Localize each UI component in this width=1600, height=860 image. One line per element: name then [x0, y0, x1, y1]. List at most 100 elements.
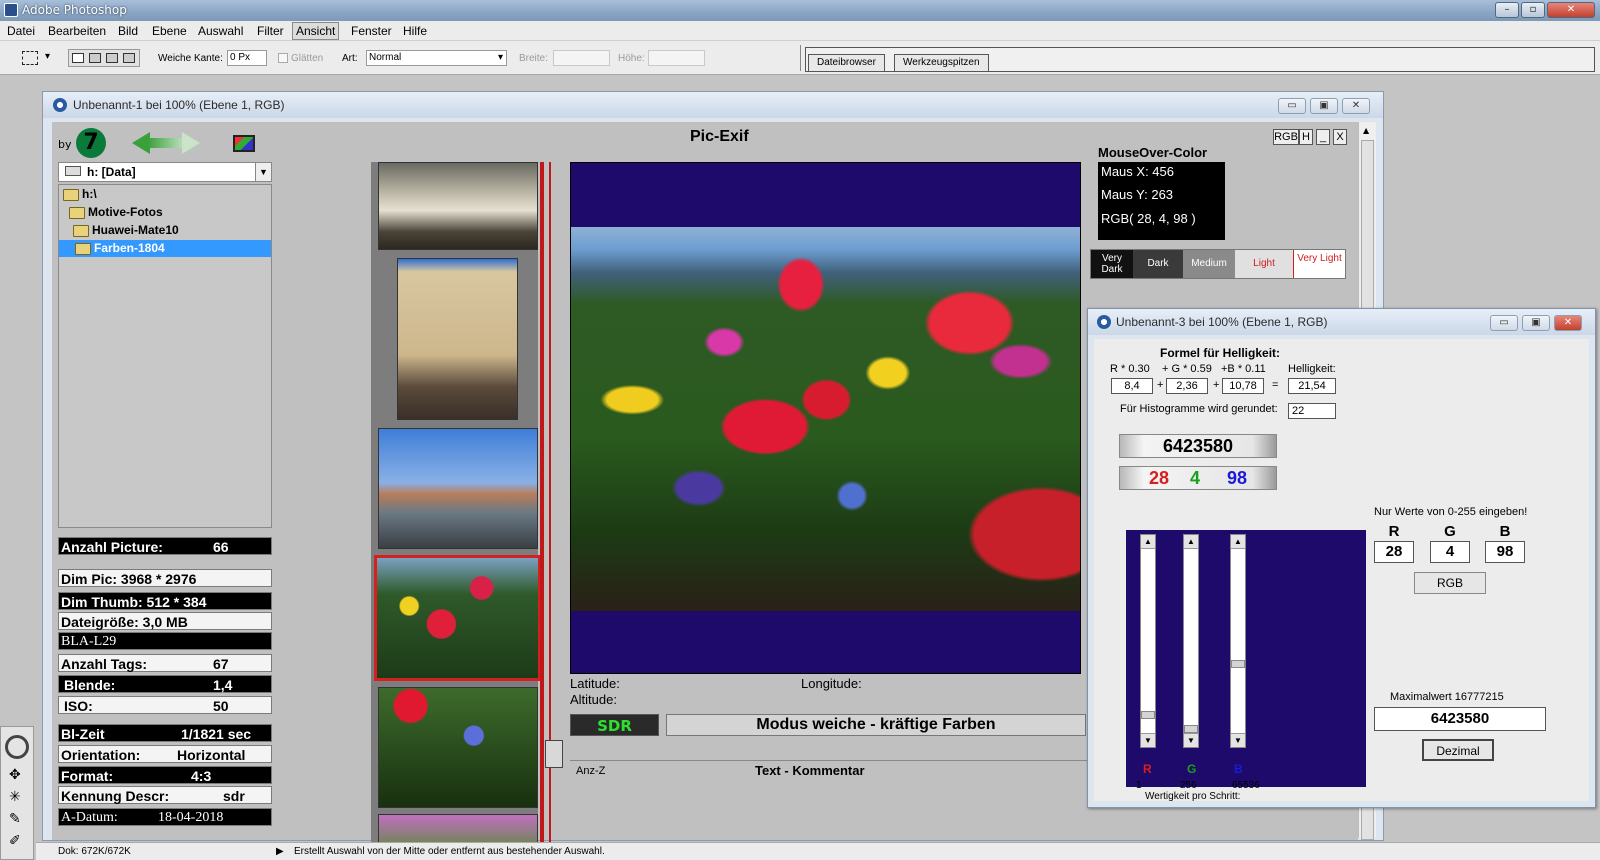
- r-input[interactable]: 28: [1374, 541, 1414, 563]
- histogramm-field[interactable]: 22: [1288, 403, 1336, 419]
- thumbnail-flowers-2[interactable]: [378, 687, 538, 808]
- doc3-restore-button[interactable]: ▣: [1522, 315, 1550, 331]
- menu-hilfe[interactable]: Hilfe: [403, 24, 427, 38]
- tree-item-huawei[interactable]: Huawei-Mate10: [73, 222, 179, 239]
- slider-down-icon[interactable]: ▼: [1141, 733, 1155, 747]
- move-tool-icon[interactable]: ✥: [9, 767, 21, 783]
- h-mini-button[interactable]: H: [1299, 129, 1313, 145]
- slider-label-r: R: [1143, 762, 1152, 776]
- g-slider-knob[interactable]: [1184, 725, 1198, 733]
- r-slider-knob[interactable]: [1141, 711, 1155, 719]
- breite-input[interactable]: [553, 50, 610, 66]
- thumbnail-strip: [371, 162, 541, 854]
- r-value-field[interactable]: 8,4: [1111, 378, 1153, 394]
- b-slider-knob[interactable]: [1231, 660, 1245, 668]
- thumbnail-tank[interactable]: [378, 162, 538, 250]
- drive-select[interactable]: h: [Data] ▼: [58, 162, 272, 182]
- doc3-minimize-button[interactable]: ▭: [1490, 315, 1518, 331]
- separator: [800, 45, 801, 71]
- r-formula-label: R * 0.30: [1110, 363, 1150, 375]
- r-slider[interactable]: ▲ ▼: [1140, 534, 1156, 748]
- slider-label-g: G: [1187, 762, 1197, 776]
- hoehe-input[interactable]: [648, 50, 705, 66]
- weiche-kante-input[interactable]: 0 Px: [227, 50, 267, 66]
- menu-bearbeiten[interactable]: Bearbeiten: [48, 24, 106, 38]
- close-button[interactable]: ✕: [1547, 2, 1595, 18]
- subtract-selection-icon[interactable]: [106, 53, 118, 63]
- nur-werte-label: Nur Werte von 0-255 eingeben!: [1374, 506, 1528, 518]
- doc-restore-button[interactable]: ▣: [1310, 98, 1338, 114]
- rgb-sliders: ▲ ▼ ▲ ▼ ▲ ▼ R G B: [1126, 530, 1366, 787]
- b-input[interactable]: 98: [1485, 541, 1525, 563]
- new-selection-icon[interactable]: [72, 53, 84, 63]
- histogramm-label: Für Histogramme wird gerundet:: [1120, 403, 1278, 415]
- menu-datei[interactable]: Datei: [7, 24, 35, 38]
- intersect-selection-icon[interactable]: [123, 53, 135, 63]
- menu-auswahl[interactable]: Auswahl: [198, 24, 243, 38]
- max-display-field[interactable]: 6423580: [1374, 707, 1546, 731]
- glaetten-label: Glätten: [291, 53, 324, 64]
- strip-divider: [540, 162, 544, 842]
- brush-icon[interactable]: ✐: [9, 833, 21, 849]
- info-kennung: Kennung Descr: sdr: [58, 786, 272, 804]
- menu-fenster[interactable]: Fenster: [351, 24, 392, 38]
- slider-up-icon[interactable]: ▲: [1141, 535, 1155, 549]
- tab-werkzeugspitzen[interactable]: Werkzeugspitzen: [894, 54, 989, 71]
- g-value-field[interactable]: 2,36: [1166, 378, 1208, 394]
- tree-item-root[interactable]: h:\: [63, 186, 97, 203]
- menu-filter[interactable]: Filter: [257, 24, 284, 38]
- minimize-button[interactable]: –: [1495, 2, 1519, 18]
- maximalwert-label: Maximalwert 16777215: [1390, 691, 1504, 703]
- marquee-tool-icon[interactable]: [22, 51, 38, 65]
- art-select[interactable]: Normal ▾: [366, 50, 507, 66]
- selection-mode-buttons[interactable]: [68, 49, 140, 67]
- document-3-titlebar: Unbenannt-3 bei 100% (Ebene 1, RGB) ▭ ▣ …: [1088, 309, 1595, 335]
- b-value-field[interactable]: 10,78: [1222, 378, 1264, 394]
- display-r: 28: [1148, 468, 1169, 488]
- close-mini-button[interactable]: X: [1333, 129, 1347, 145]
- slider-down-icon[interactable]: ▼: [1231, 733, 1245, 747]
- helligkeit-field[interactable]: 21,54: [1288, 378, 1336, 394]
- thumbnail-scroll-handle[interactable]: [545, 740, 563, 768]
- dezimal-button[interactable]: Dezimal: [1422, 739, 1494, 761]
- info-blzeit: Bl-Zeit 1/1821 sec: [58, 724, 272, 742]
- doc-minimize-button[interactable]: ▭: [1278, 98, 1306, 114]
- main-preview[interactable]: [570, 162, 1081, 674]
- slider-up-icon[interactable]: ▲: [1231, 535, 1245, 549]
- glaetten-checkbox[interactable]: [278, 53, 288, 63]
- add-selection-icon[interactable]: [89, 53, 101, 63]
- latitude-label: Latitude:: [570, 676, 620, 691]
- rgb-button[interactable]: RGB: [1414, 572, 1486, 594]
- menu-ebene[interactable]: Ebene: [152, 24, 187, 38]
- chevron-down-icon[interactable]: ▼: [255, 163, 271, 181]
- slider-up-icon[interactable]: ▲: [1184, 535, 1198, 549]
- doc-close-button[interactable]: ✕: [1342, 98, 1370, 114]
- rgb-mini-button[interactable]: RGB: [1273, 129, 1299, 145]
- tool-eye-icon[interactable]: [5, 735, 29, 759]
- arrow-right-icon[interactable]: [182, 132, 200, 154]
- slider-label-b: B: [1234, 762, 1243, 776]
- maximize-button[interactable]: ▫: [1521, 2, 1545, 18]
- g-slider[interactable]: ▲ ▼: [1183, 534, 1199, 748]
- slider-down-icon[interactable]: ▼: [1184, 733, 1198, 747]
- eyedropper-icon[interactable]: ✎: [9, 811, 21, 827]
- thumbnail-flowers-selected[interactable]: [374, 555, 541, 681]
- menu-bild[interactable]: Bild: [118, 24, 138, 38]
- kommentar-textarea[interactable]: [570, 760, 1090, 842]
- b-slider[interactable]: ▲ ▼: [1230, 534, 1246, 748]
- display-b: 98: [1227, 468, 1248, 488]
- g-input[interactable]: 4: [1430, 541, 1470, 563]
- image-view-icon[interactable]: [233, 135, 255, 152]
- play-icon[interactable]: ▶: [276, 846, 284, 857]
- scroll-up-icon[interactable]: ▲: [1363, 126, 1369, 135]
- chevron-down-icon[interactable]: ▾: [45, 51, 50, 62]
- thumbnail-building[interactable]: [397, 258, 518, 420]
- tab-dateibrowser[interactable]: Dateibrowser: [808, 54, 885, 71]
- doc3-close-button[interactable]: ✕: [1554, 315, 1582, 331]
- tree-item-farben[interactable]: Farben-1804: [59, 240, 271, 257]
- thumbnail-street[interactable]: [378, 428, 538, 549]
- tree-item-motive-fotos[interactable]: Motive-Fotos: [69, 204, 163, 221]
- minimize-mini-button[interactable]: _: [1316, 129, 1330, 145]
- magic-wand-icon[interactable]: ✳: [9, 789, 21, 805]
- menu-ansicht[interactable]: Ansicht: [292, 22, 340, 40]
